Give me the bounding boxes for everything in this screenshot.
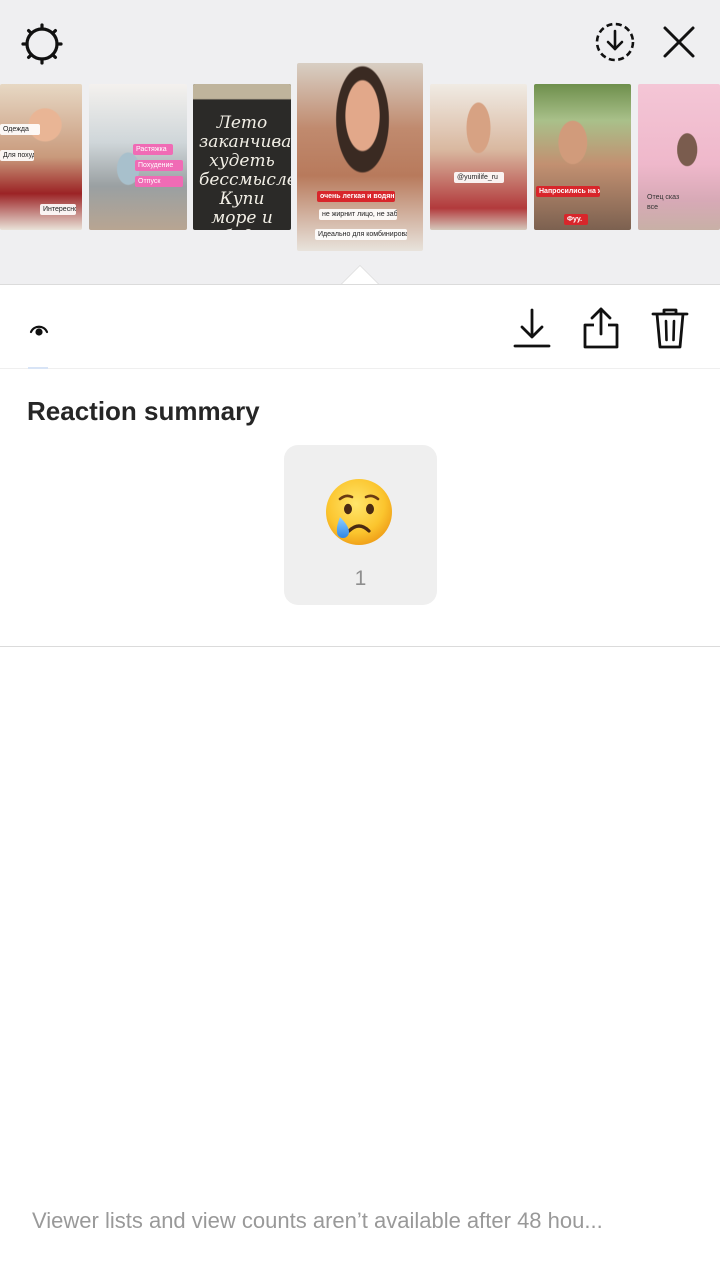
- story-thumbnail-selected[interactable]: очень легкая и водянистая текстура не жи…: [297, 63, 423, 251]
- save-story-button[interactable]: [590, 18, 640, 66]
- selected-story-pointer: [342, 266, 378, 284]
- reaction-summary-title: Reaction summary: [27, 396, 260, 426]
- thumbnail-caption: очень легкая и водянистая текстура: [317, 191, 395, 202]
- thumbnail-caption: Напросились на жару?!: [536, 186, 600, 197]
- thumbnail-caption: Идеально для комбинированной и жирной ко…: [315, 229, 407, 240]
- thumbnail-caption: Одежда: [0, 124, 40, 135]
- download-button[interactable]: [510, 305, 554, 351]
- story-header-area: Одежда Для похудения Интересное Растяжка…: [0, 0, 720, 284]
- thumbnail-caption: Отпуск: [135, 176, 183, 187]
- download-circle-icon: [595, 22, 635, 62]
- story-thumbnail[interactable]: @yumilife_ru: [430, 84, 527, 230]
- thumbnail-caption: Похудение: [135, 160, 183, 171]
- thumbnail-caption: все: [647, 204, 659, 211]
- eye-icon: [29, 325, 49, 336]
- thumbnail-caption: Фуу.: [564, 214, 588, 225]
- thumbnail-caption: Растяжка: [133, 144, 173, 155]
- thumbnail-caption: @yumilife_ru: [454, 172, 504, 183]
- reaction-count: 1: [354, 567, 367, 590]
- share-button[interactable]: [579, 305, 623, 351]
- trash-icon: [651, 308, 689, 349]
- story-thumbnail[interactable]: Растяжка Похудение Отпуск: [89, 84, 187, 230]
- thumbnail-caption: не жирнит лицо, не забивает поры: [319, 209, 397, 220]
- thumbnail-caption: Для похудения: [0, 150, 34, 161]
- chalkboard-text: Лето заканчивается худеть бессмысленно К…: [199, 113, 291, 231]
- reaction-card[interactable]: 1: [284, 445, 437, 605]
- viewers-tab[interactable]: [24, 315, 54, 345]
- story-thumbnail[interactable]: Одежда Для похудения Интересное: [0, 84, 82, 230]
- share-icon: [583, 307, 619, 349]
- active-tab-indicator: [28, 367, 48, 369]
- crying-face-icon: [326, 479, 392, 545]
- thumbnail-caption: Интересное: [40, 204, 76, 215]
- section-divider: [0, 646, 720, 647]
- close-icon: [663, 26, 695, 58]
- story-thumbnail[interactable]: Напросились на жару?! Фуу.: [534, 84, 631, 230]
- story-thumbnail-strip[interactable]: Одежда Для похудения Интересное Растяжка…: [0, 60, 720, 260]
- download-icon: [513, 308, 551, 348]
- delete-button[interactable]: [648, 305, 692, 351]
- viewer-list-notice: Viewer lists and view counts aren’t avai…: [32, 1208, 603, 1233]
- story-thumbnail[interactable]: Лето заканчивается худеть бессмысленно К…: [193, 84, 291, 230]
- close-button[interactable]: [656, 18, 702, 66]
- story-thumbnail[interactable]: Отец сказ все: [638, 84, 720, 230]
- story-toolbar: [0, 284, 720, 369]
